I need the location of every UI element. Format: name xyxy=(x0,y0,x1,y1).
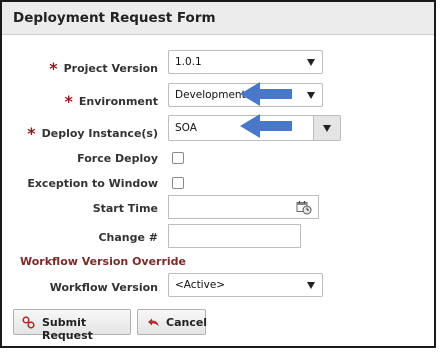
deploy-instances-dropdown-button[interactable] xyxy=(313,116,340,140)
form-header: Deployment Request Form xyxy=(2,2,434,35)
workflow-version-value: <Active> xyxy=(175,279,226,291)
force-deploy-label: Force Deploy xyxy=(77,152,158,165)
workflow-version-select[interactable]: <Active> xyxy=(168,273,323,297)
change-number-input[interactable] xyxy=(168,224,301,248)
chevron-down-icon xyxy=(307,282,315,289)
required-marker: * xyxy=(49,59,58,78)
form-title: Deployment Request Form xyxy=(13,10,216,26)
chevron-down-icon xyxy=(307,59,315,66)
required-marker: * xyxy=(27,124,36,143)
blue-arrow-icon xyxy=(240,82,292,106)
project-version-value: 1.0.1 xyxy=(175,56,202,68)
start-time-input[interactable] xyxy=(168,195,319,219)
deploy-instances-value: SOA xyxy=(175,122,197,134)
submit-request-button[interactable]: Submit Request xyxy=(13,309,131,342)
start-time-label: Start Time xyxy=(92,202,158,215)
deployment-request-window: Deployment Request Form * Project Version… xyxy=(0,0,436,348)
undo-icon xyxy=(148,318,159,327)
environment-label: * Environment xyxy=(64,92,159,111)
force-deploy-checkbox[interactable] xyxy=(172,152,184,164)
submit-request-label: Submit Request xyxy=(42,316,93,342)
project-version-label: * Project Version xyxy=(49,59,158,78)
required-marker: * xyxy=(64,92,73,111)
chevron-down-icon xyxy=(323,125,331,132)
cancel-button[interactable]: Cancel xyxy=(137,309,208,335)
environment-value: Development xyxy=(175,89,246,101)
exception-to-window-label: Exception to Window xyxy=(27,177,158,190)
chevron-down-icon xyxy=(307,92,315,99)
workflow-version-label: Workflow Version xyxy=(49,281,158,294)
workflow-override-section-heading: Workflow Version Override xyxy=(20,255,187,268)
exception-to-window-checkbox[interactable] xyxy=(172,177,184,189)
project-version-select[interactable]: 1.0.1 xyxy=(168,50,323,74)
calendar-clock-icon[interactable] xyxy=(296,200,312,215)
workflow-icon xyxy=(22,316,35,329)
cancel-label: Cancel xyxy=(166,316,208,329)
change-number-label: Change # xyxy=(98,231,158,244)
deploy-instances-label: * Deploy Instance(s) xyxy=(27,124,158,143)
blue-arrow-icon xyxy=(240,114,292,138)
